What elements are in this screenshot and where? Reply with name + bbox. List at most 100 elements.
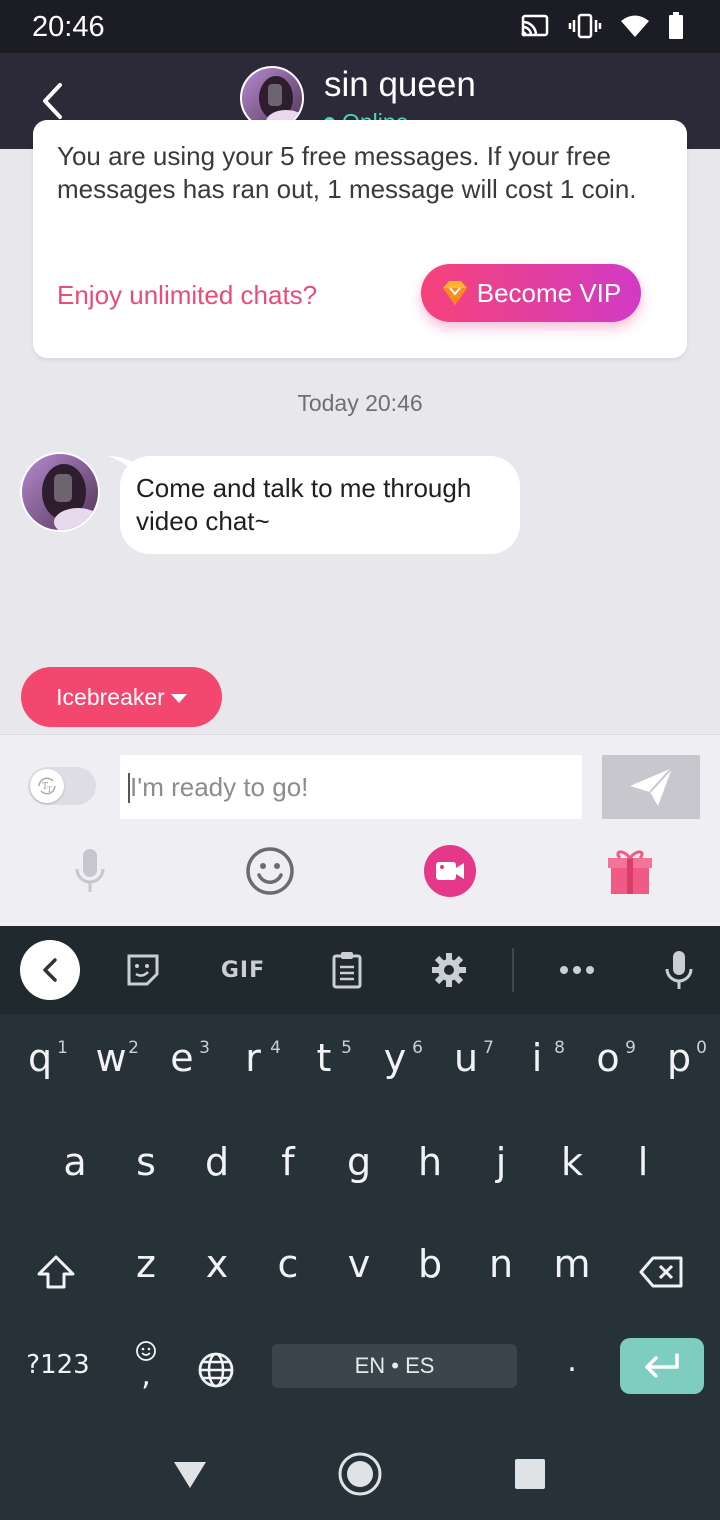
- key-z[interactable]: z: [116, 1242, 176, 1302]
- key-g[interactable]: g: [329, 1140, 389, 1200]
- text-cursor: [128, 773, 130, 803]
- key-e[interactable]: 3e: [152, 1036, 212, 1096]
- vibrate-icon: [568, 12, 602, 45]
- enter-icon: [645, 1353, 679, 1378]
- send-button[interactable]: [602, 755, 700, 819]
- key-u[interactable]: 7u: [436, 1036, 496, 1096]
- back-triangle-icon: [174, 1462, 206, 1488]
- backspace-key[interactable]: [630, 1242, 694, 1302]
- key-d[interactable]: d: [187, 1140, 247, 1200]
- status-time: 20:46: [32, 11, 105, 43]
- enjoy-unlimited-link[interactable]: Enjoy unlimited chats?: [57, 280, 317, 311]
- symbols-key[interactable]: ?123: [16, 1350, 100, 1390]
- composer-tools: [0, 841, 720, 901]
- comma-key[interactable]: ,: [124, 1336, 168, 1406]
- key-j[interactable]: j: [471, 1140, 531, 1200]
- key-m[interactable]: m: [542, 1242, 602, 1302]
- cast-icon: [520, 13, 550, 44]
- emoji-button[interactable]: [240, 841, 300, 901]
- more-button[interactable]: [547, 940, 607, 1000]
- space-key[interactable]: EN • ES: [272, 1344, 517, 1388]
- shift-icon: [37, 1255, 75, 1289]
- caret-down-icon: [170, 694, 187, 703]
- message-input[interactable]: [120, 755, 582, 819]
- key-i[interactable]: 8i: [507, 1036, 567, 1096]
- battery-icon: [668, 12, 684, 45]
- clipboard-icon: [332, 952, 362, 989]
- home-circle-icon: [338, 1452, 382, 1496]
- voice-input-button[interactable]: [649, 940, 709, 1000]
- video-call-icon: [424, 845, 476, 897]
- key-f[interactable]: f: [258, 1140, 318, 1200]
- gif-button[interactable]: GIF: [213, 940, 273, 1000]
- icebreaker-button[interactable]: Icebreaker: [21, 667, 222, 727]
- emoji-icon: [246, 847, 294, 895]
- svg-text:T: T: [47, 786, 52, 794]
- clipboard-button[interactable]: [317, 940, 377, 1000]
- key-s[interactable]: s: [116, 1140, 176, 1200]
- key-h[interactable]: h: [400, 1140, 460, 1200]
- diamond-icon: [442, 281, 467, 305]
- microphone-icon: [75, 849, 105, 892]
- message-avatar[interactable]: [20, 452, 100, 532]
- composer: TT: [0, 734, 720, 926]
- gift-button[interactable]: [600, 841, 660, 901]
- key-p[interactable]: 0p: [649, 1036, 709, 1096]
- translate-toggle[interactable]: TT: [28, 767, 96, 805]
- video-call-button[interactable]: [420, 841, 480, 901]
- space-key-label: EN • ES: [354, 1353, 435, 1378]
- microphone-icon: [665, 951, 693, 989]
- key-b[interactable]: b: [400, 1242, 460, 1302]
- key-k[interactable]: k: [542, 1140, 602, 1200]
- key-a[interactable]: a: [45, 1140, 105, 1200]
- key-y[interactable]: 6y: [365, 1036, 425, 1096]
- become-vip-label: Become VIP: [476, 277, 622, 308]
- free-messages-text: You are using your 5 free messages. If y…: [57, 141, 637, 204]
- contact-name: sin queen: [324, 65, 476, 104]
- key-l[interactable]: l: [613, 1140, 673, 1200]
- recents-square-icon: [515, 1459, 545, 1489]
- keyboard-collapse-button[interactable]: [20, 940, 80, 1000]
- nav-back-button[interactable]: [160, 1446, 220, 1502]
- nav-home-button[interactable]: [330, 1446, 390, 1502]
- chevron-left-icon: [43, 958, 57, 982]
- language-key[interactable]: [192, 1346, 240, 1394]
- message-date: Today 20:46: [297, 390, 423, 416]
- toolbar-divider: [512, 948, 514, 992]
- backspace-icon: [639, 1256, 683, 1288]
- key-n[interactable]: n: [471, 1242, 531, 1302]
- status-icons: [520, 12, 684, 45]
- key-r[interactable]: 4r: [223, 1036, 283, 1096]
- sticker-button[interactable]: [113, 940, 173, 1000]
- period-key[interactable]: .: [550, 1344, 594, 1404]
- keyboard-toolbar: GIF: [0, 926, 720, 1014]
- shift-key[interactable]: [26, 1242, 86, 1302]
- microphone-button[interactable]: [60, 841, 120, 901]
- key-t[interactable]: 5t: [294, 1036, 354, 1096]
- nav-recents-button[interactable]: [500, 1446, 560, 1502]
- send-icon: [630, 767, 673, 806]
- enter-key[interactable]: [620, 1338, 704, 1394]
- become-vip-button[interactable]: Become VIP: [421, 264, 641, 322]
- keyboard: GIF 1q 2w 3e 4r 5t 6y 7u 8i 9o 0p a s d …: [0, 926, 720, 1426]
- translate-icon: TT: [30, 769, 64, 803]
- gif-label: GIF: [220, 957, 266, 983]
- settings-button[interactable]: [419, 940, 479, 1000]
- message-bubble[interactable]: Come and talk to me through video chat~: [120, 456, 520, 554]
- free-messages-card: You are using your 5 free messages. If y…: [33, 120, 687, 358]
- icebreaker-label: Icebreaker: [56, 683, 165, 710]
- key-x[interactable]: x: [187, 1242, 247, 1302]
- key-c[interactable]: c: [258, 1242, 318, 1302]
- key-v[interactable]: v: [329, 1242, 389, 1302]
- key-o[interactable]: 9o: [578, 1036, 638, 1096]
- navigation-bar: [0, 1426, 720, 1520]
- gift-icon: [608, 850, 652, 894]
- key-w[interactable]: 2w: [81, 1036, 141, 1096]
- more-horizontal-icon: [560, 966, 594, 974]
- status-bar: 20:46: [0, 0, 720, 53]
- sticker-icon: [127, 954, 159, 986]
- key-q[interactable]: 1q: [10, 1036, 70, 1096]
- chevron-left-icon: [43, 83, 62, 119]
- globe-icon: [198, 1352, 234, 1388]
- gear-icon: [432, 953, 466, 987]
